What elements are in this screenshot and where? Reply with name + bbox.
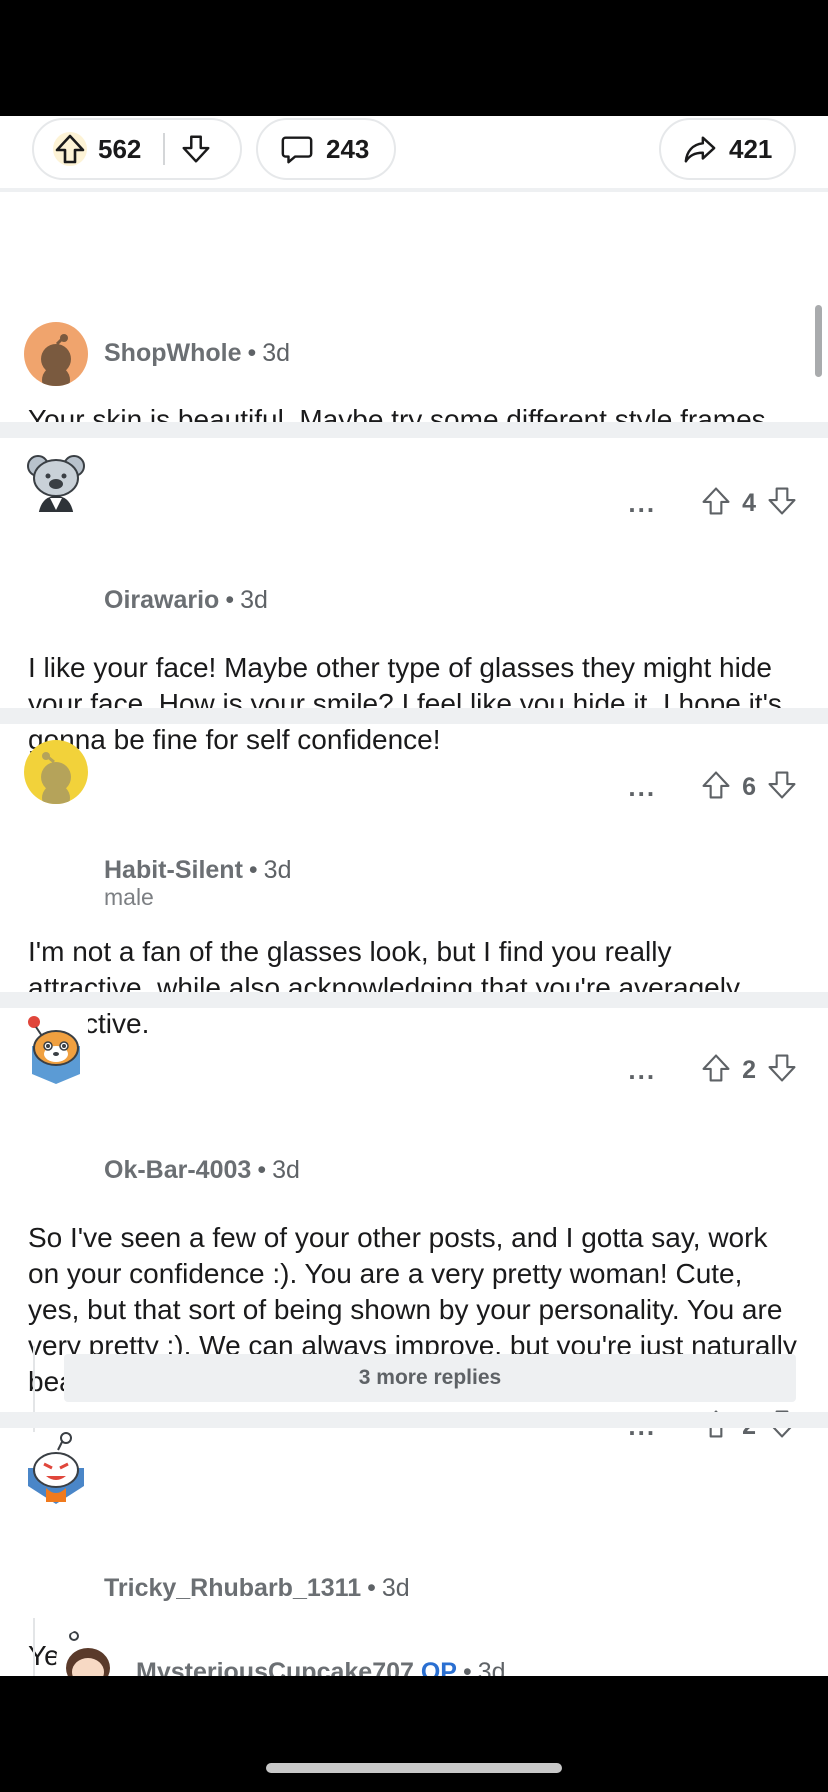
more-options-button[interactable]: ... (628, 1055, 656, 1086)
downvote-icon[interactable] (179, 132, 213, 166)
share-button[interactable]: 421 (659, 118, 796, 180)
meta-dot: • (247, 339, 257, 367)
comment-body: I like your face! Maybe other type of gl… (28, 652, 782, 755)
meta-dot: • (257, 1156, 267, 1184)
share-count: 421 (729, 133, 773, 164)
username[interactable]: Habit-Silent (104, 856, 243, 884)
downvote-icon[interactable] (766, 485, 798, 522)
comment-actions: ... 4 (628, 483, 798, 523)
home-indicator[interactable] (266, 1763, 562, 1773)
scrollbar[interactable] (815, 305, 822, 377)
post-action-bar: 562 243 421 (0, 116, 828, 188)
comment-meta: Ok-Bar-4003 • 3d (104, 1156, 300, 1185)
comments-screen: 562 243 421 ShopWhole • 3d Your skin is … (0, 116, 828, 1676)
meta-dot: • (367, 1574, 376, 1602)
upvote-icon[interactable] (700, 1052, 732, 1089)
vote-pill: 562 (32, 118, 242, 180)
downvote-icon[interactable] (766, 769, 798, 806)
avatar[interactable] (24, 1014, 88, 1086)
home-bar-area (0, 1676, 828, 1792)
comment-age: 3d (240, 586, 268, 614)
meta-dot: • (462, 1658, 472, 1676)
more-replies-button[interactable]: 3 more replies (64, 1354, 796, 1402)
avatar[interactable] (24, 322, 88, 386)
comment-actions: ... 6 (628, 767, 798, 807)
avatar[interactable] (24, 448, 88, 512)
upvote-icon[interactable] (700, 769, 732, 806)
comment-divider (0, 422, 828, 438)
comments-button[interactable]: 243 (256, 118, 396, 180)
comment-meta: Tricky_Rhubarb_1311 • 3d (104, 1574, 410, 1603)
upvote-icon[interactable] (52, 131, 88, 167)
status-bar (0, 0, 828, 116)
avatar[interactable] (56, 1628, 120, 1676)
vote-separator (163, 133, 166, 165)
comment-meta: ShopWhole • 3d (104, 339, 290, 368)
comment-divider (0, 1412, 828, 1428)
meta-dot: • (225, 586, 235, 614)
upvote-icon[interactable] (700, 485, 732, 522)
downvote-icon[interactable] (766, 1052, 798, 1089)
comment-score: 2 (742, 1055, 756, 1084)
comment-age: 3d (262, 339, 291, 367)
comment-body: I'm not a fan of the glasses look, but I… (28, 936, 740, 1039)
op-badge: OP (420, 1658, 457, 1676)
comment-age: 3d (272, 1156, 300, 1184)
comment-actions: ... 2 (628, 1050, 798, 1090)
username[interactable]: ShopWhole (104, 339, 241, 367)
comment-bubble-icon (280, 132, 314, 166)
comment-age: 3d (477, 1658, 506, 1676)
username[interactable]: MysteriousCupcake707 (136, 1658, 414, 1676)
comment-age: 3d (263, 856, 292, 884)
comment-meta: Oirawario • 3d (104, 586, 268, 615)
username[interactable]: Ok-Bar-4003 (104, 1156, 251, 1184)
upvote-count: 562 (98, 133, 142, 164)
more-options-button[interactable]: ... (628, 488, 656, 519)
comment-score: 6 (742, 772, 756, 801)
share-arrow-icon (683, 132, 717, 166)
comment-meta: Habit-Silent • 3d (104, 856, 291, 885)
comment-age: 3d (381, 1574, 410, 1602)
comment-divider (0, 708, 828, 724)
avatar[interactable] (24, 1432, 88, 1508)
comment-divider (0, 992, 828, 1008)
thread-line[interactable] (33, 1618, 35, 1676)
user-flair: male (104, 884, 154, 910)
comment-score: 4 (742, 488, 756, 517)
reply-meta: MysteriousCupcake707 OP • 3d (136, 1658, 506, 1676)
more-options-button[interactable]: ... (628, 772, 656, 803)
username[interactable]: Tricky_Rhubarb_1311 (104, 1574, 361, 1602)
username[interactable]: Oirawario (104, 586, 219, 614)
comment-count: 243 (326, 133, 370, 164)
meta-dot: • (248, 856, 258, 884)
avatar[interactable] (24, 740, 88, 804)
